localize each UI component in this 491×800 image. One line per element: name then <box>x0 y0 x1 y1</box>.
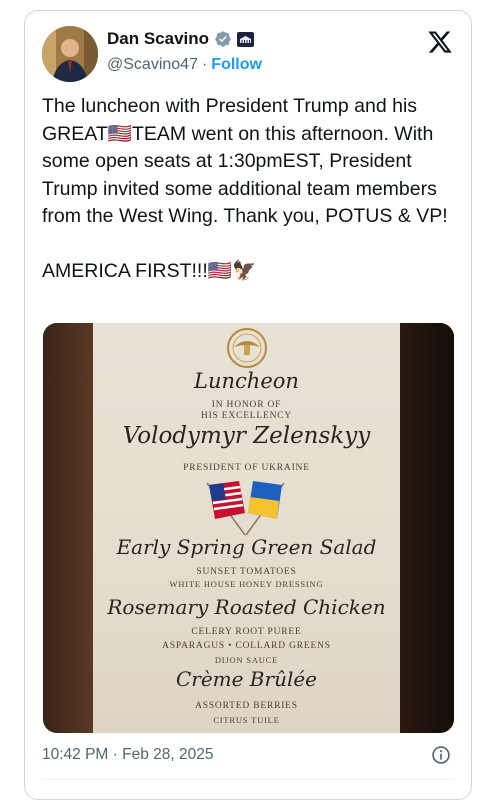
follow-button[interactable]: Follow <box>211 56 262 74</box>
presidential-seal-icon <box>227 328 267 368</box>
menu-course-1-item-2: WHITE HOUSE HONEY DRESSING <box>169 579 324 589</box>
menu-honor-line-2: HIS EXCELLENCY <box>200 411 293 421</box>
photo-background-left <box>43 323 93 733</box>
avatar-photo <box>42 26 98 82</box>
menu-course-2-item-1: CELERY ROOT PUREE <box>191 627 302 637</box>
author-name[interactable]: Dan Scavino <box>107 29 209 49</box>
tweet-photo[interactable]: Luncheon IN HONOR OF HIS EXCELLENCY Volo… <box>43 323 454 733</box>
menu-course-2: Rosemary Roasted Chicken <box>107 595 386 619</box>
menu-guest-name: Volodymyr Zelenskyy <box>122 423 371 449</box>
menu-title: Luncheon <box>194 369 299 393</box>
white-house-affiliation-icon[interactable] <box>237 31 255 47</box>
tweet-text: The luncheon with President Trump and hi… <box>42 95 448 282</box>
handle-separator: · <box>201 56 208 73</box>
avatar[interactable] <box>42 26 98 82</box>
x-logo-icon[interactable] <box>427 29 453 55</box>
menu-course-2-item-3: DIJON SAUCE <box>214 655 279 665</box>
crossed-flags-icon <box>206 481 285 536</box>
menu-course-2-item-2: ASPARAGUS • COLLARD GREENS <box>162 641 331 651</box>
menu-guest-title: PRESIDENT OF UKRAINE <box>183 463 310 473</box>
menu-course-1: Early Spring Green Salad <box>116 535 377 559</box>
menu-course-3: Crème Brûlée <box>175 667 318 691</box>
menu-course-3-item-2: CITRUS TUILE <box>213 715 280 725</box>
luncheon-menu-card: Luncheon IN HONOR OF HIS EXCELLENCY Volo… <box>93 323 400 733</box>
menu-course-3-item-1: ASSORTED BERRIES <box>195 701 298 711</box>
menu-honor-line-1: IN HONOR OF <box>211 400 282 410</box>
author-handle[interactable]: @Scavino47 <box>107 56 198 74</box>
tweet-card[interactable]: Dan Scavino @Scavino47 · Follow The lunc… <box>24 10 472 800</box>
menu-course-1-item-1: SUNSET TOMATOES <box>196 567 297 577</box>
tweet-timestamp[interactable]: 10:42 PM · Feb 28, 2025 <box>42 746 213 764</box>
info-icon[interactable] <box>431 745 451 765</box>
photo-background-right <box>400 323 454 733</box>
verified-badge-icon[interactable] <box>214 30 232 48</box>
